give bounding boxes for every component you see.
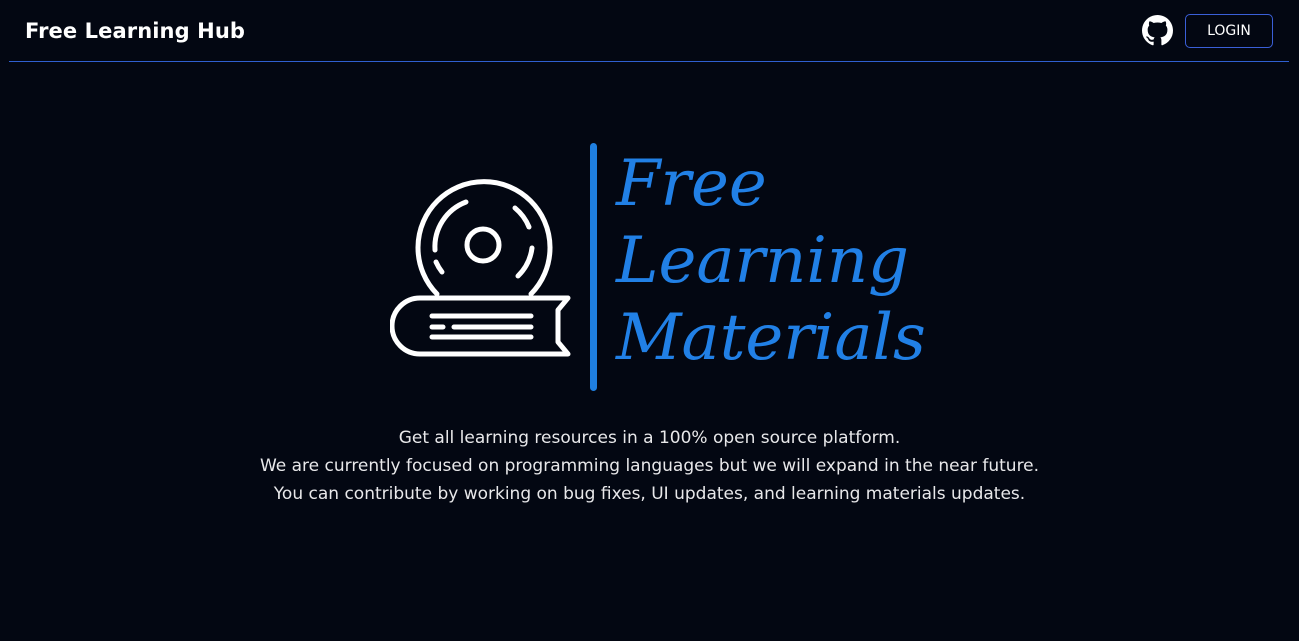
hero-title-line: Free — [616, 147, 767, 221]
hero-description: Get all learning resources in a 100% ope… — [0, 424, 1299, 508]
description-line: We are currently focused on programming … — [259, 456, 1040, 476]
hero-title-line: Learning — [616, 224, 909, 298]
hero-title-line: Materials — [616, 301, 926, 375]
github-icon[interactable] — [1142, 15, 1173, 46]
hero-title: Free Learning Materials — [616, 146, 926, 377]
book-with-globe-icon — [389, 170, 578, 360]
brand-title[interactable]: Free Learning Hub — [25, 17, 245, 45]
description-line: Get all learning resources in a 100% ope… — [398, 428, 901, 448]
logo-divider — [590, 143, 597, 391]
login-button[interactable]: LOGIN — [1185, 14, 1273, 48]
description-line: You can contribute by working on bug fix… — [273, 484, 1026, 504]
top-navbar: Free Learning Hub LOGIN — [9, 0, 1289, 62]
